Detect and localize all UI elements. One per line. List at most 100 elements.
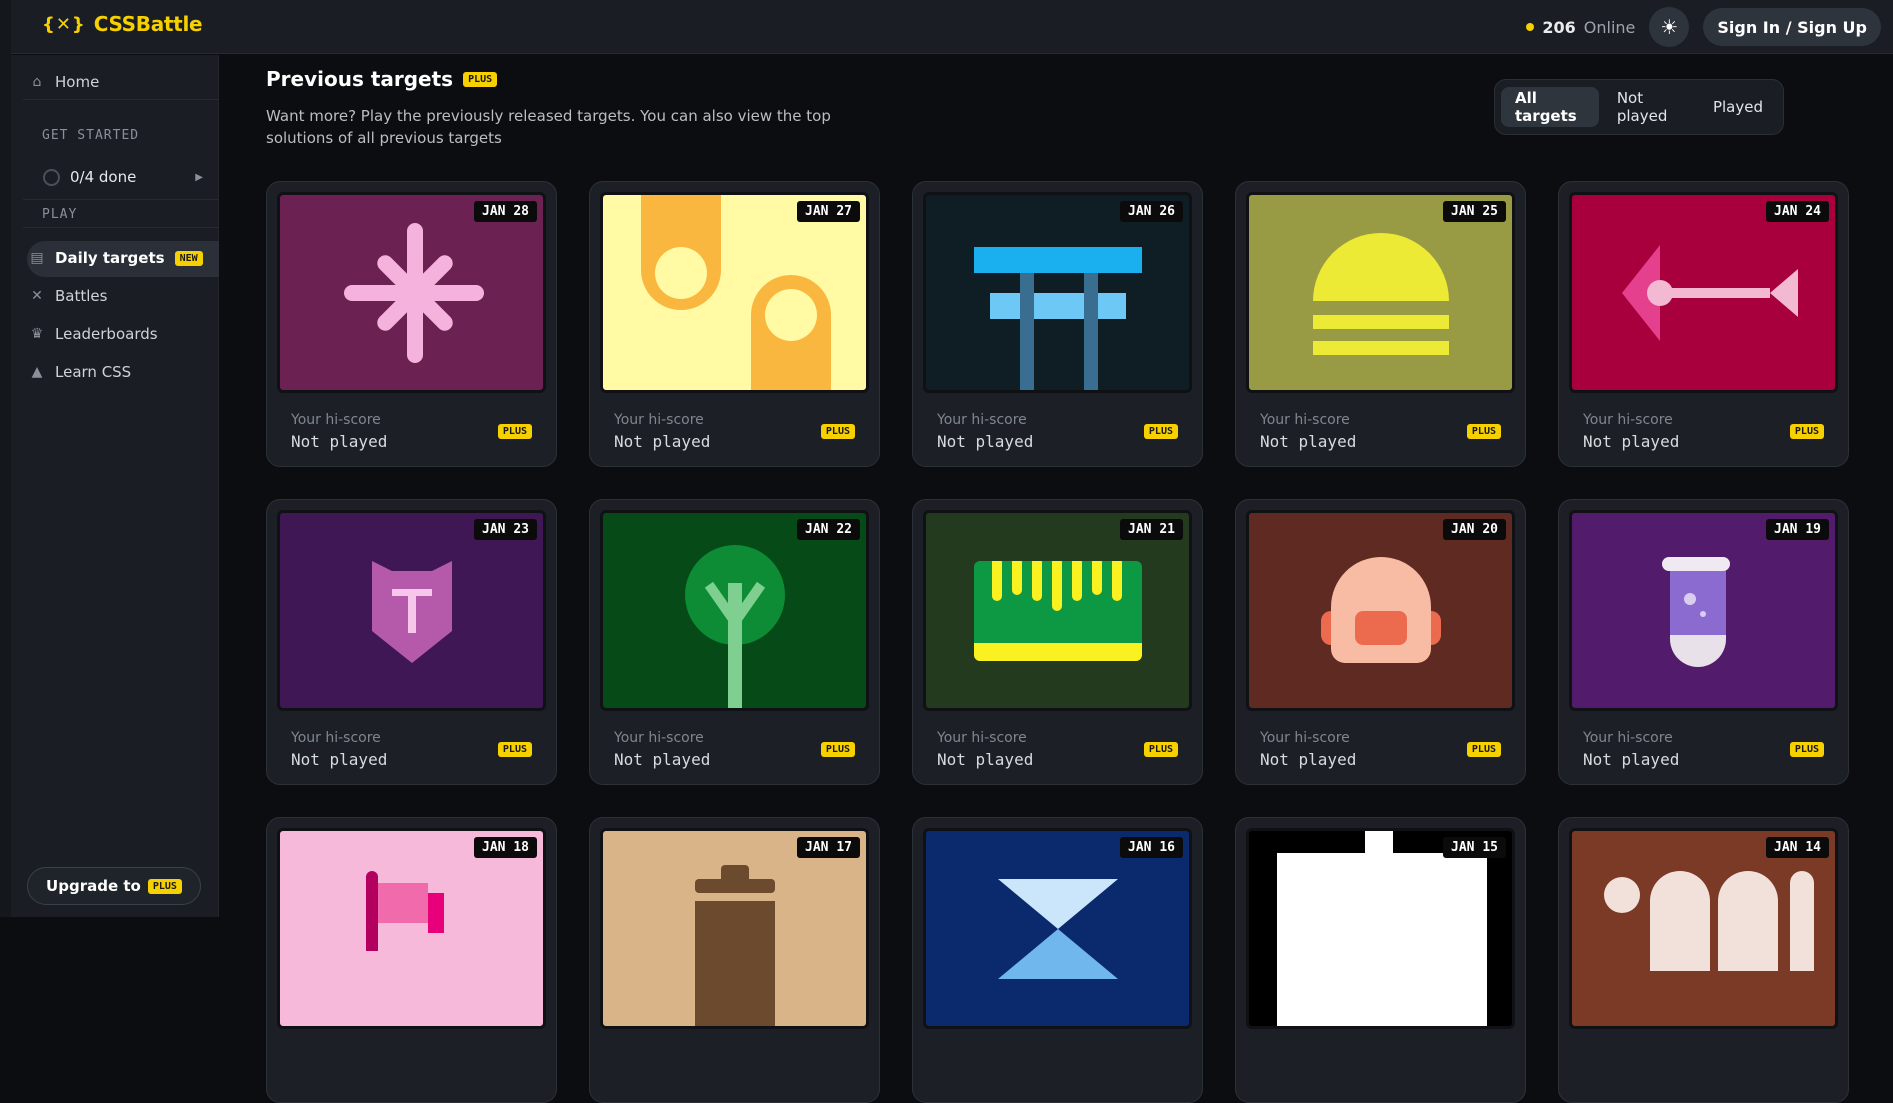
date-badge: JAN 17 <box>797 837 860 858</box>
target-shape <box>1032 561 1042 601</box>
target-card[interactable]: JAN 25 Your hi-score Not played PLUS <box>1235 181 1526 467</box>
graduation-cap-icon: ▲ <box>31 364 43 380</box>
plus-badge: PLUS <box>1143 742 1178 757</box>
target-preview[interactable]: JAN 24 <box>1569 192 1838 393</box>
target-card[interactable]: JAN 24 Your hi-score Not played PLUS <box>1558 181 1849 467</box>
target-card[interactable]: JAN 23 Your hi-score Not played PLUS <box>266 499 557 785</box>
target-shape <box>1012 561 1022 595</box>
target-preview[interactable]: JAN 22 <box>600 510 869 711</box>
sidebar-item-battles[interactable]: ✕ Battles <box>29 287 107 305</box>
target-shape <box>1790 871 1814 971</box>
swords-icon: ✕ <box>31 288 43 304</box>
target-preview[interactable]: JAN 20 <box>1246 510 1515 711</box>
plus-badge: PLUS <box>1143 424 1178 439</box>
date-badge: JAN 20 <box>1443 519 1506 540</box>
sidebar-item-label: Learn CSS <box>55 363 132 381</box>
hi-score-label: Your hi-score <box>1583 730 1673 746</box>
plus-badge: PLUS <box>1466 742 1501 757</box>
plus-badge: PLUS <box>463 71 498 87</box>
sun-icon: ☀ <box>1660 15 1679 39</box>
tab-played[interactable]: Played <box>1699 87 1777 127</box>
plus-badge: PLUS <box>820 424 855 439</box>
target-card[interactable]: JAN 26 Your hi-score Not played PLUS <box>912 181 1203 467</box>
target-preview[interactable]: JAN 19 <box>1569 510 1838 711</box>
sidebar-item-home[interactable]: ⌂ Home <box>29 73 100 91</box>
target-preview[interactable]: JAN 25 <box>1246 192 1515 393</box>
onboarding-progress[interactable]: 0/4 done ▶ <box>23 155 219 199</box>
target-shape <box>1604 877 1640 913</box>
target-card[interactable]: JAN 20 Your hi-score Not played PLUS <box>1235 499 1526 785</box>
target-card[interactable]: JAN 15 <box>1235 817 1526 1103</box>
upgrade-button[interactable]: Upgrade to PLUS <box>27 867 201 905</box>
target-shape <box>974 247 1142 273</box>
target-card[interactable]: JAN 22 Your hi-score Not played PLUS <box>589 499 880 785</box>
target-shape <box>1313 233 1449 301</box>
online-dot-icon <box>1526 23 1535 31</box>
sidebar-item-label: Battles <box>55 287 108 305</box>
target-preview[interactable]: JAN 15 <box>1246 828 1515 1029</box>
target-card[interactable]: JAN 14 <box>1558 817 1849 1103</box>
target-card[interactable]: JAN 21 Your hi-score Not played PLUS <box>912 499 1203 785</box>
target-preview[interactable]: JAN 21 <box>923 510 1192 711</box>
target-preview[interactable]: JAN 26 <box>923 192 1192 393</box>
tab-all-targets[interactable]: All targets <box>1501 87 1599 127</box>
hi-score-label: Your hi-score <box>291 412 381 428</box>
target-card[interactable]: JAN 18 <box>266 817 557 1103</box>
target-card[interactable]: JAN 16 <box>912 817 1203 1103</box>
trophy-icon: ♛ <box>30 326 44 342</box>
target-preview[interactable]: JAN 16 <box>923 828 1192 1029</box>
divider <box>23 227 219 228</box>
target-shape <box>1662 557 1730 571</box>
main-content: Previous targets PLUS Want more? Play th… <box>220 55 1893 1103</box>
target-preview[interactable]: JAN 27 <box>600 192 869 393</box>
target-shape <box>992 561 1002 601</box>
target-shape <box>1650 871 1710 971</box>
target-card[interactable]: JAN 27 Your hi-score Not played PLUS <box>589 181 880 467</box>
target-shape <box>1313 315 1449 329</box>
online-count: 206 <box>1542 17 1576 37</box>
target-shape <box>1355 611 1407 645</box>
logo[interactable]: {✕} CSSBattle <box>42 12 203 36</box>
target-card[interactable]: JAN 17 <box>589 817 880 1103</box>
filter-tabs: All targets Not played Played <box>1494 79 1784 135</box>
sidebar: ⌂ Home GET STARTED 0/4 done ▶ PLAY ▤ Dai… <box>11 55 219 917</box>
target-shape <box>372 561 452 663</box>
hi-score-value: Not played <box>1583 432 1680 451</box>
target-preview[interactable]: JAN 14 <box>1569 828 1838 1029</box>
page-title-text: Previous targets <box>266 67 454 91</box>
target-shape <box>1072 561 1082 601</box>
sidebar-item-daily-targets[interactable]: ▤ Daily targets NEW <box>29 249 203 267</box>
theme-toggle-button[interactable]: ☀ <box>1649 7 1690 47</box>
target-card[interactable]: JAN 28 Your hi-score Not played PLUS <box>266 181 557 467</box>
progress-circle-icon <box>43 168 60 186</box>
target-shape <box>428 893 444 933</box>
date-badge: JAN 21 <box>1120 519 1183 540</box>
date-badge: JAN 19 <box>1766 519 1829 540</box>
progress-label: 0/4 done <box>70 168 137 186</box>
online-indicator: 206 Online <box>1526 18 1635 37</box>
hi-score-value: Not played <box>614 750 711 769</box>
target-shape <box>378 883 428 923</box>
sidebar-item-learn-css[interactable]: ▲ Learn CSS <box>29 363 132 381</box>
target-preview[interactable]: JAN 18 <box>277 828 546 1029</box>
target-preview[interactable]: JAN 23 <box>277 510 546 711</box>
hi-score-label: Your hi-score <box>937 730 1027 746</box>
hi-score-label: Your hi-score <box>937 412 1027 428</box>
target-shape <box>1277 853 1487 1026</box>
target-preview[interactable]: JAN 17 <box>600 828 869 1029</box>
sign-in-button[interactable]: Sign In / Sign Up <box>1703 8 1881 46</box>
target-preview[interactable]: JAN 28 <box>277 192 546 393</box>
date-badge: JAN 25 <box>1443 201 1506 222</box>
hi-score-label: Your hi-score <box>291 730 381 746</box>
sidebar-item-leaderboards[interactable]: ♛ Leaderboards <box>29 325 158 343</box>
tab-not-played[interactable]: Not played <box>1603 87 1695 127</box>
window-edge <box>0 0 11 917</box>
plus-badge: PLUS <box>147 878 182 894</box>
plus-badge: PLUS <box>1789 742 1824 757</box>
target-card[interactable]: JAN 19 Your hi-score Not played PLUS <box>1558 499 1849 785</box>
date-badge: JAN 22 <box>797 519 860 540</box>
date-badge: JAN 18 <box>474 837 537 858</box>
hi-score-value: Not played <box>937 750 1034 769</box>
hi-score-value: Not played <box>1260 750 1357 769</box>
upgrade-label: Upgrade to <box>46 877 141 895</box>
